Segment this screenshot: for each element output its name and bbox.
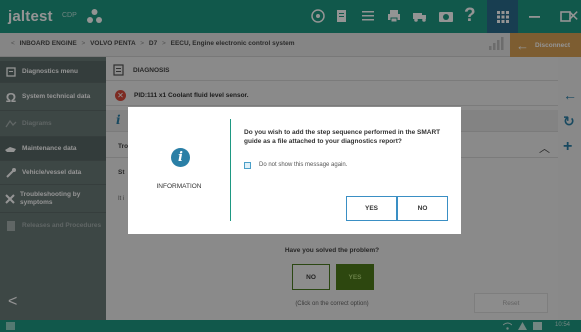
info-icon: i bbox=[171, 148, 190, 167]
dont-show-again-label[interactable]: Do not show this message again. bbox=[259, 162, 347, 168]
dialog-no-button[interactable]: NO bbox=[397, 196, 448, 221]
dialog-yes-button[interactable]: YES bbox=[346, 196, 397, 221]
dialog-divider bbox=[230, 119, 231, 221]
dont-show-again-checkbox[interactable] bbox=[244, 162, 251, 169]
dialog-title: INFORMATION bbox=[156, 183, 202, 190]
dialog-message: Do you wish to add the step sequence per… bbox=[244, 129, 441, 145]
